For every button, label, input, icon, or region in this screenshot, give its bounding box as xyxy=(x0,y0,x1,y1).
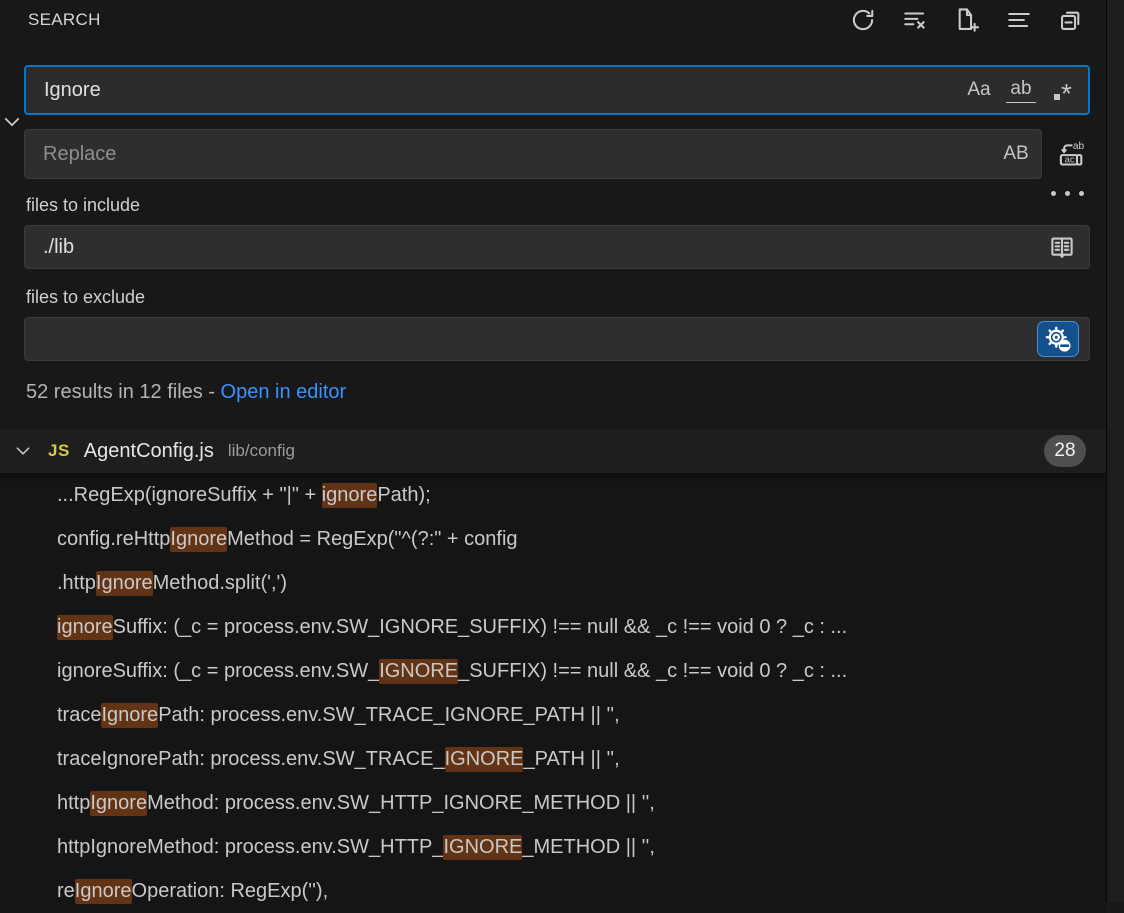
toggle-replace-button[interactable] xyxy=(2,112,22,132)
file-path: lib/config xyxy=(228,441,1044,461)
panel-toolbar xyxy=(848,5,1086,35)
match-highlight: Ignore xyxy=(101,703,158,728)
regex-toggle[interactable]: * xyxy=(1046,73,1080,107)
files-to-exclude-label: files to exclude xyxy=(26,287,1090,308)
result-line[interactable]: ignoreSuffix: (_c = process.env.SW_IGNOR… xyxy=(0,649,1106,693)
collapse-all-button[interactable] xyxy=(1056,5,1086,35)
refresh-icon xyxy=(850,7,876,33)
search-panel: SEARCH xyxy=(0,0,1106,902)
use-exclude-settings-toggle[interactable] xyxy=(1037,321,1079,357)
result-line[interactable]: config.reHttpIgnoreMethod = RegExp("^(?:… xyxy=(0,517,1106,561)
view-as-list-button[interactable] xyxy=(1004,5,1034,35)
svg-text:ac: ac xyxy=(1065,154,1075,164)
match-highlight: Ignore xyxy=(90,791,147,816)
new-search-editor-icon xyxy=(954,7,980,33)
match-highlight: Ignore xyxy=(96,571,153,596)
replace-all-icon: ab ac xyxy=(1056,139,1086,169)
open-book-icon xyxy=(1048,233,1076,261)
result-line[interactable]: httpIgnoreMethod: process.env.SW_HTTP_IG… xyxy=(0,781,1106,825)
file-name: AgentConfig.js xyxy=(84,440,214,463)
result-line[interactable]: httpIgnoreMethod: process.env.SW_HTTP_IG… xyxy=(0,825,1106,869)
regex-icon xyxy=(1054,94,1060,100)
chevron-down-icon[interactable] xyxy=(14,442,32,460)
svg-text:ab: ab xyxy=(1073,141,1085,152)
search-input[interactable] xyxy=(42,78,962,103)
match-highlight: Ignore xyxy=(75,879,132,904)
match-highlight: Ignore xyxy=(170,527,227,552)
results-summary: 52 results in 12 files xyxy=(26,381,203,403)
match-case-toggle[interactable]: Aa xyxy=(962,73,996,107)
clear-search-results-icon xyxy=(902,7,928,33)
include-input-box xyxy=(24,225,1090,269)
replace-row: AB ab ac xyxy=(24,129,1090,179)
ellipsis-icon xyxy=(1051,191,1056,196)
panel-edge-scrollbar[interactable] xyxy=(1106,0,1124,902)
list-icon xyxy=(1006,7,1032,33)
match-highlight: ignore xyxy=(322,483,378,508)
results-message: 52 results in 12 files - Open in editor xyxy=(26,381,1106,405)
match-highlight: IGNORE xyxy=(379,659,458,684)
result-line[interactable]: ignoreSuffix: (_c = process.env.SW_IGNOR… xyxy=(0,605,1106,649)
search-only-open-editors-button[interactable] xyxy=(1045,230,1079,264)
search-options: Aa ab * xyxy=(962,73,1080,107)
open-in-editor-link[interactable]: Open in editor xyxy=(221,381,347,403)
refresh-button[interactable] xyxy=(848,5,878,35)
collapse-all-icon xyxy=(1058,7,1084,33)
replace-all-button[interactable]: ab ac xyxy=(1052,135,1090,173)
gear-exclude-icon xyxy=(1044,325,1072,353)
chevron-down-icon xyxy=(2,112,22,132)
clear-search-results-button[interactable] xyxy=(900,5,930,35)
search-input-box: Aa ab * xyxy=(24,65,1090,115)
files-to-include-input[interactable] xyxy=(41,235,1045,260)
match-highlight: IGNORE xyxy=(443,835,522,860)
result-line[interactable]: ...RegExp(ignoreSuffix + "|" + ignorePat… xyxy=(0,473,1106,517)
result-lines: ...RegExp(ignoreSuffix + "|" + ignorePat… xyxy=(0,473,1106,913)
match-highlight: ignore xyxy=(57,615,113,640)
panel-header: SEARCH xyxy=(0,0,1106,40)
file-result-row[interactable]: JS AgentConfig.js lib/config 28 xyxy=(0,429,1106,473)
preserve-case-toggle[interactable]: AB xyxy=(999,137,1033,171)
result-line[interactable]: .httpIgnoreMethod.split(',') xyxy=(0,561,1106,605)
replace-input[interactable] xyxy=(41,142,999,167)
result-line[interactable]: traceIgnorePath: process.env.SW_TRACE_IG… xyxy=(0,693,1106,737)
open-new-search-editor-button[interactable] xyxy=(952,5,982,35)
files-to-include-label: files to include xyxy=(26,195,1090,216)
exclude-input-box xyxy=(24,317,1090,361)
replace-input-box: AB xyxy=(24,129,1042,179)
toggle-search-details-button[interactable] xyxy=(1047,187,1088,200)
match-highlight: IGNORE xyxy=(445,747,524,772)
js-file-icon: JS xyxy=(48,441,70,461)
panel-title: SEARCH xyxy=(28,10,848,30)
match-count-badge: 28 xyxy=(1044,435,1086,467)
result-line[interactable]: reIgnoreOperation: RegExp(''), xyxy=(0,869,1106,913)
search-controls: Aa ab * AB ab a xyxy=(24,65,1090,361)
whole-word-toggle[interactable]: ab xyxy=(1004,73,1038,107)
result-line[interactable]: traceIgnorePath: process.env.SW_TRACE_IG… xyxy=(0,737,1106,781)
files-to-exclude-input[interactable] xyxy=(41,327,1037,352)
